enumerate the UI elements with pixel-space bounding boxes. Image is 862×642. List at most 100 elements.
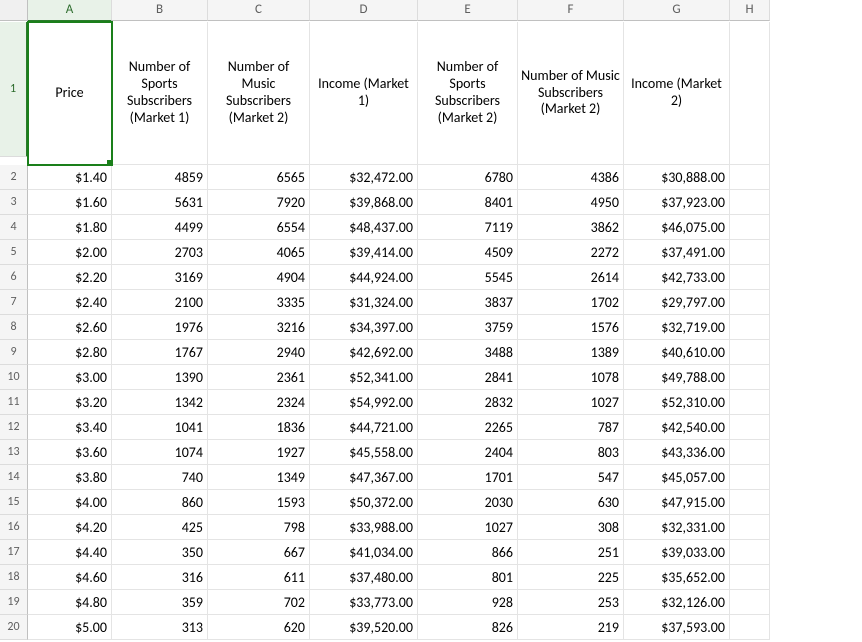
cell-E3[interactable]: 8401 [418, 190, 518, 215]
cell-A14[interactable]: $3.80 [28, 465, 112, 490]
column-header-A[interactable]: A [28, 0, 112, 22]
cell-E19[interactable]: 928 [418, 590, 518, 615]
cell-A3[interactable]: $1.60 [28, 190, 112, 215]
cell-B14[interactable]: 740 [112, 465, 208, 490]
cell-G11[interactable]: $52,310.00 [624, 390, 730, 415]
cell-B4[interactable]: 4499 [112, 215, 208, 240]
cell-A15[interactable]: $4.00 [28, 490, 112, 515]
cell-H2[interactable] [730, 165, 770, 190]
select-all-corner[interactable] [0, 0, 28, 21]
row-header-12[interactable]: 12 [0, 415, 28, 440]
cell-H10[interactable] [730, 365, 770, 390]
cell-G14[interactable]: $45,057.00 [624, 465, 730, 490]
cell-F8[interactable]: 1576 [518, 315, 624, 340]
cell-A20[interactable]: $5.00 [28, 615, 112, 640]
cell-H9[interactable] [730, 340, 770, 365]
cell-E12[interactable]: 2265 [418, 415, 518, 440]
cell-F16[interactable]: 308 [518, 515, 624, 540]
cell-B16[interactable]: 425 [112, 515, 208, 540]
cell-B19[interactable]: 359 [112, 590, 208, 615]
cell-D18[interactable]: $37,480.00 [310, 565, 418, 590]
row-header-3[interactable]: 3 [0, 190, 28, 215]
cell-H5[interactable] [730, 240, 770, 265]
row-header-20[interactable]: 20 [0, 615, 28, 640]
cell-G12[interactable]: $42,540.00 [624, 415, 730, 440]
cell-E8[interactable]: 3759 [418, 315, 518, 340]
spreadsheet-grid[interactable]: ABCDEFGH1PriceNumber of Sports Subscribe… [0, 0, 862, 640]
cell-A18[interactable]: $4.60 [28, 565, 112, 590]
row-header-6[interactable]: 6 [0, 265, 28, 290]
cell-F3[interactable]: 4950 [518, 190, 624, 215]
cell-B10[interactable]: 1390 [112, 365, 208, 390]
cell-D20[interactable]: $39,520.00 [310, 615, 418, 640]
cell-F6[interactable]: 2614 [518, 265, 624, 290]
cell-F11[interactable]: 1027 [518, 390, 624, 415]
cell-D11[interactable]: $54,992.00 [310, 390, 418, 415]
cell-C17[interactable]: 667 [208, 540, 310, 565]
cell-F4[interactable]: 3862 [518, 215, 624, 240]
cell-H15[interactable] [730, 490, 770, 515]
cell-B6[interactable]: 3169 [112, 265, 208, 290]
cell-G17[interactable]: $39,033.00 [624, 540, 730, 565]
cell-G10[interactable]: $49,788.00 [624, 365, 730, 390]
cell-F10[interactable]: 1078 [518, 365, 624, 390]
cell-H8[interactable] [730, 315, 770, 340]
cell-G5[interactable]: $37,491.00 [624, 240, 730, 265]
cell-C5[interactable]: 4065 [208, 240, 310, 265]
cell-D1[interactable]: Income (Market 1) [310, 22, 418, 165]
cell-G9[interactable]: $40,610.00 [624, 340, 730, 365]
cell-B8[interactable]: 1976 [112, 315, 208, 340]
cell-E6[interactable]: 5545 [418, 265, 518, 290]
cell-G7[interactable]: $29,797.00 [624, 290, 730, 315]
row-header-14[interactable]: 14 [0, 465, 28, 490]
cell-B9[interactable]: 1767 [112, 340, 208, 365]
cell-B5[interactable]: 2703 [112, 240, 208, 265]
row-header-1[interactable]: 1 [0, 22, 28, 157]
column-header-C[interactable]: C [208, 0, 310, 21]
cell-E7[interactable]: 3837 [418, 290, 518, 315]
cell-G18[interactable]: $35,652.00 [624, 565, 730, 590]
cell-D3[interactable]: $39,868.00 [310, 190, 418, 215]
cell-D7[interactable]: $31,324.00 [310, 290, 418, 315]
cell-F17[interactable]: 251 [518, 540, 624, 565]
cell-H19[interactable] [730, 590, 770, 615]
cell-G4[interactable]: $46,075.00 [624, 215, 730, 240]
cell-D14[interactable]: $47,367.00 [310, 465, 418, 490]
cell-C16[interactable]: 798 [208, 515, 310, 540]
cell-G1[interactable]: Income (Market 2) [624, 22, 730, 165]
cell-H12[interactable] [730, 415, 770, 440]
cell-H13[interactable] [730, 440, 770, 465]
cell-D19[interactable]: $33,773.00 [310, 590, 418, 615]
cell-C3[interactable]: 7920 [208, 190, 310, 215]
cell-D2[interactable]: $32,472.00 [310, 165, 418, 190]
cell-F7[interactable]: 1702 [518, 290, 624, 315]
cell-C14[interactable]: 1349 [208, 465, 310, 490]
cell-C12[interactable]: 1836 [208, 415, 310, 440]
cell-H11[interactable] [730, 390, 770, 415]
cell-H14[interactable] [730, 465, 770, 490]
cell-E2[interactable]: 6780 [418, 165, 518, 190]
cell-H7[interactable] [730, 290, 770, 315]
cell-F20[interactable]: 219 [518, 615, 624, 640]
cell-G13[interactable]: $43,336.00 [624, 440, 730, 465]
row-header-17[interactable]: 17 [0, 540, 28, 565]
cell-E4[interactable]: 7119 [418, 215, 518, 240]
row-header-9[interactable]: 9 [0, 340, 28, 365]
cell-C13[interactable]: 1927 [208, 440, 310, 465]
cell-G6[interactable]: $42,733.00 [624, 265, 730, 290]
cell-E13[interactable]: 2404 [418, 440, 518, 465]
cell-E5[interactable]: 4509 [418, 240, 518, 265]
cell-E10[interactable]: 2841 [418, 365, 518, 390]
cell-C4[interactable]: 6554 [208, 215, 310, 240]
row-header-16[interactable]: 16 [0, 515, 28, 540]
cell-H6[interactable] [730, 265, 770, 290]
cell-C19[interactable]: 702 [208, 590, 310, 615]
cell-C20[interactable]: 620 [208, 615, 310, 640]
cell-A5[interactable]: $2.00 [28, 240, 112, 265]
cell-E9[interactable]: 3488 [418, 340, 518, 365]
cell-G8[interactable]: $32,719.00 [624, 315, 730, 340]
cell-A12[interactable]: $3.40 [28, 415, 112, 440]
cell-E15[interactable]: 2030 [418, 490, 518, 515]
column-header-E[interactable]: E [418, 0, 518, 21]
cell-B2[interactable]: 4859 [112, 165, 208, 190]
